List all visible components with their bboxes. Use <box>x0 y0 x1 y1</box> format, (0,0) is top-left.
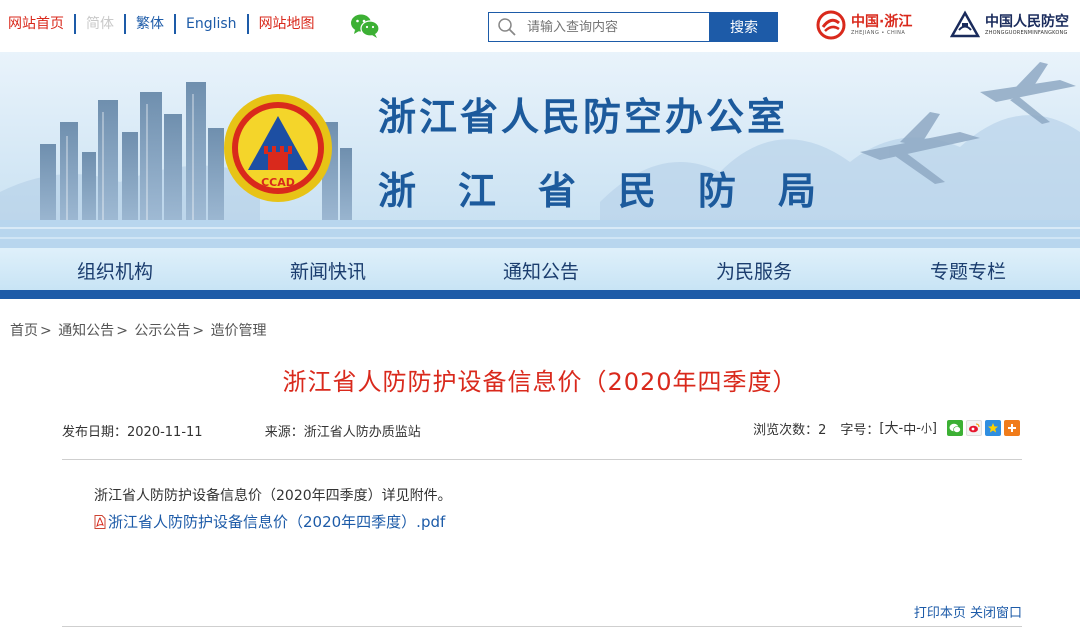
nav-item-news[interactable]: 新闻快讯 <box>290 257 366 284</box>
renfang-logo[interactable]: 中国人民防空 ZHONGGUORENMINFANGKONG <box>950 10 1069 40</box>
views-count: 2 <box>818 422 827 438</box>
main-nav: 组织机构 新闻快讯 通知公告 为民服务 专题专栏 <box>0 248 1080 290</box>
nav-item-notices[interactable]: 通知公告 <box>503 257 579 284</box>
home-link[interactable]: 网站首页 <box>8 14 74 34</box>
breadcrumb-separator: > <box>40 323 52 339</box>
top-links: 网站首页 简体 繁体 English 网站地图 <box>8 14 325 34</box>
article-tools: 浏览次数：2 字号： [ 大 - 中 - 小 ] <box>753 418 1020 438</box>
article-meta: 发布日期：2020-11-11 来源：浙江省人防办质监站 <box>62 421 421 440</box>
zhejiang-emblem-icon <box>816 10 846 40</box>
source-label: 来源： <box>264 425 304 440</box>
attachment-link[interactable]: 浙江省人防防护设备信息价（2020年四季度）.pdf <box>94 511 445 532</box>
wechat-icon[interactable] <box>350 13 380 39</box>
share-icons <box>947 420 1020 436</box>
renfang-logo-title: 中国人民防空 <box>985 14 1069 30</box>
nav-item-services[interactable]: 为民服务 <box>716 257 792 284</box>
simplified-chinese-link[interactable]: 简体 <box>76 14 124 34</box>
search-box <box>488 12 710 42</box>
pdf-icon <box>94 514 106 529</box>
search-input[interactable] <box>527 19 697 35</box>
search-icon <box>498 18 516 36</box>
breadcrumb-separator: > <box>116 323 128 339</box>
renfang-emblem-icon <box>950 10 980 38</box>
breadcrumb-announcements[interactable]: 公示公告 <box>134 323 190 339</box>
banner: CCAD 浙江省人民防空办公室 浙江省民防局 <box>0 52 1080 248</box>
ccad-label: CCAD <box>261 176 295 189</box>
article-title: 浙江省人防防护设备信息价（2020年四季度） <box>282 368 798 396</box>
publish-date-label: 发布日期： <box>62 425 128 440</box>
source-value: 浙江省人防办质监站 <box>303 425 421 440</box>
attachment-filename: 浙江省人防防护设备信息价（2020年四季度）.pdf <box>108 513 446 531</box>
nav-item-organization[interactable]: 组织机构 <box>77 257 153 284</box>
font-size-label: 字号： <box>840 422 880 438</box>
breadcrumb-notices[interactable]: 通知公告 <box>58 323 114 339</box>
breadcrumb: 首页 > 通知公告 > 公示公告 > 造价管理 <box>10 320 267 340</box>
english-link[interactable]: English <box>176 14 247 34</box>
banner-subtitle: 浙江省民防局 <box>378 169 859 213</box>
search-button[interactable]: 搜索 <box>710 12 778 42</box>
font-size-large[interactable]: 大 <box>885 418 899 438</box>
close-window-link[interactable]: 关闭窗口 <box>970 606 1022 621</box>
content-divider-bottom <box>62 626 1022 627</box>
views-label: 浏览次数： <box>753 422 819 438</box>
nav-underline <box>0 290 1080 299</box>
banner-background: CCAD <box>0 52 1080 248</box>
banner-title: 浙江省人民防空办公室 <box>378 95 789 139</box>
article-body: 浙江省人防防护设备信息价（2020年四季度）详见附件。 <box>94 488 452 504</box>
zhejiang-logo-title: 中国·浙江 <box>851 14 913 30</box>
share-more-icon[interactable] <box>1004 420 1020 436</box>
top-bar: 网站首页 简体 繁体 English 网站地图 搜索 <box>0 0 1080 52</box>
font-size-small[interactable]: 小 <box>921 420 932 436</box>
zhejiang-logo-subtitle: ZHEJIANG • CHINA <box>851 30 906 36</box>
breadcrumb-cost-management[interactable]: 造价管理 <box>211 323 267 339</box>
search-bar: 搜索 <box>488 12 778 42</box>
share-weibo-icon[interactable] <box>966 420 982 436</box>
breadcrumb-separator: > <box>192 323 205 339</box>
font-size-medium[interactable]: 中 <box>903 419 916 438</box>
content-divider-top <box>62 459 1022 460</box>
bottom-links: 打印本页 关闭窗口 <box>914 602 1022 621</box>
print-page-link[interactable]: 打印本页 <box>914 606 966 621</box>
breadcrumb-home[interactable]: 首页 <box>10 323 38 339</box>
zhejiang-logo[interactable]: 中国·浙江 ZHEJIANG • CHINA <box>816 10 912 40</box>
traditional-chinese-link[interactable]: 繁体 <box>126 14 174 34</box>
sitemap-link[interactable]: 网站地图 <box>249 14 325 34</box>
share-qzone-icon[interactable] <box>985 420 1001 436</box>
nav-item-topics[interactable]: 专题专栏 <box>930 257 1006 284</box>
share-wechat-icon[interactable] <box>947 420 963 436</box>
renfang-logo-subtitle: ZHONGGUORENMINFANGKONG <box>985 30 1068 36</box>
publish-date: 2020-11-11 <box>127 425 203 440</box>
bracket-close: ] <box>931 420 937 436</box>
